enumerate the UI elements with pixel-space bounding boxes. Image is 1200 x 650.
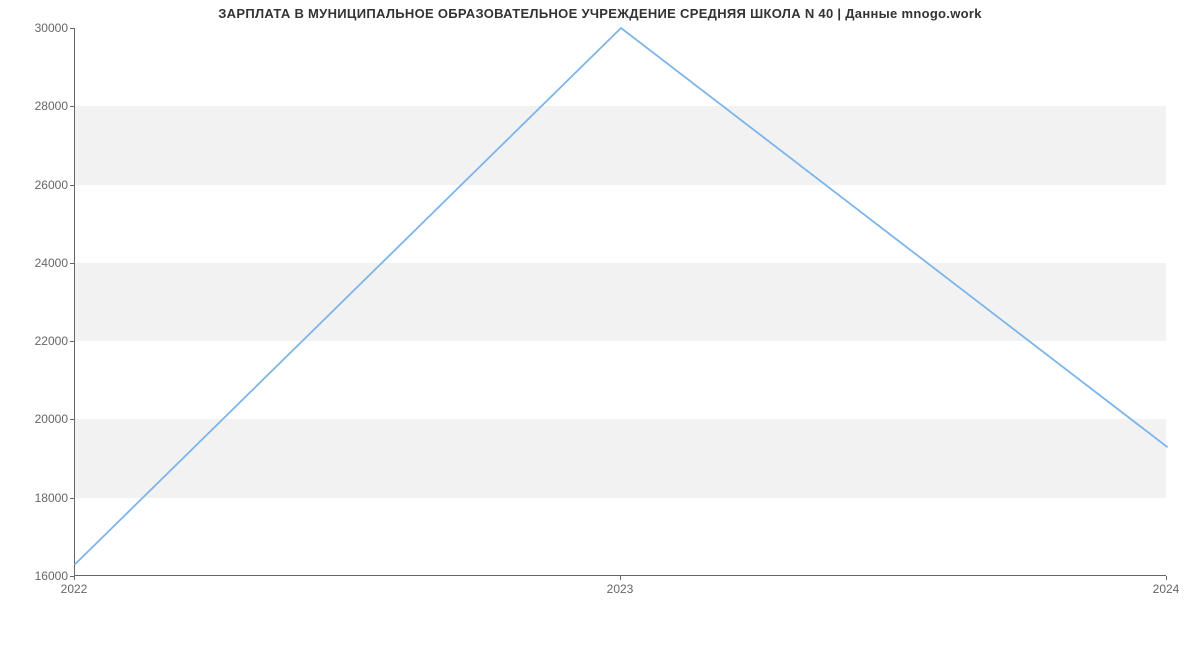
series-line: [75, 28, 1167, 564]
y-tick-label: 28000: [8, 99, 68, 113]
x-tick-mark: [1166, 576, 1167, 580]
y-tick-label: 16000: [8, 569, 68, 583]
y-tick-mark: [70, 263, 74, 264]
y-tick-label: 20000: [8, 412, 68, 426]
y-tick-label: 26000: [8, 178, 68, 192]
y-tick-mark: [70, 28, 74, 29]
y-tick-mark: [70, 106, 74, 107]
x-tick-mark: [74, 576, 75, 580]
salary-line-chart: ЗАРПЛАТА В МУНИЦИПАЛЬНОЕ ОБРАЗОВАТЕЛЬНОЕ…: [0, 0, 1200, 650]
x-tick-mark: [620, 576, 621, 580]
y-tick-label: 24000: [8, 256, 68, 270]
line-layer: [75, 28, 1166, 575]
x-tick-label: 2023: [607, 582, 634, 596]
plot-area: [74, 28, 1166, 576]
y-tick-mark: [70, 341, 74, 342]
y-tick-label: 18000: [8, 491, 68, 505]
x-tick-label: 2024: [1153, 582, 1180, 596]
y-tick-label: 30000: [8, 21, 68, 35]
chart-title: ЗАРПЛАТА В МУНИЦИПАЛЬНОЕ ОБРАЗОВАТЕЛЬНОЕ…: [0, 6, 1200, 21]
x-tick-label: 2022: [61, 582, 88, 596]
y-tick-label: 22000: [8, 334, 68, 348]
y-tick-mark: [70, 419, 74, 420]
y-tick-mark: [70, 185, 74, 186]
y-tick-mark: [70, 498, 74, 499]
